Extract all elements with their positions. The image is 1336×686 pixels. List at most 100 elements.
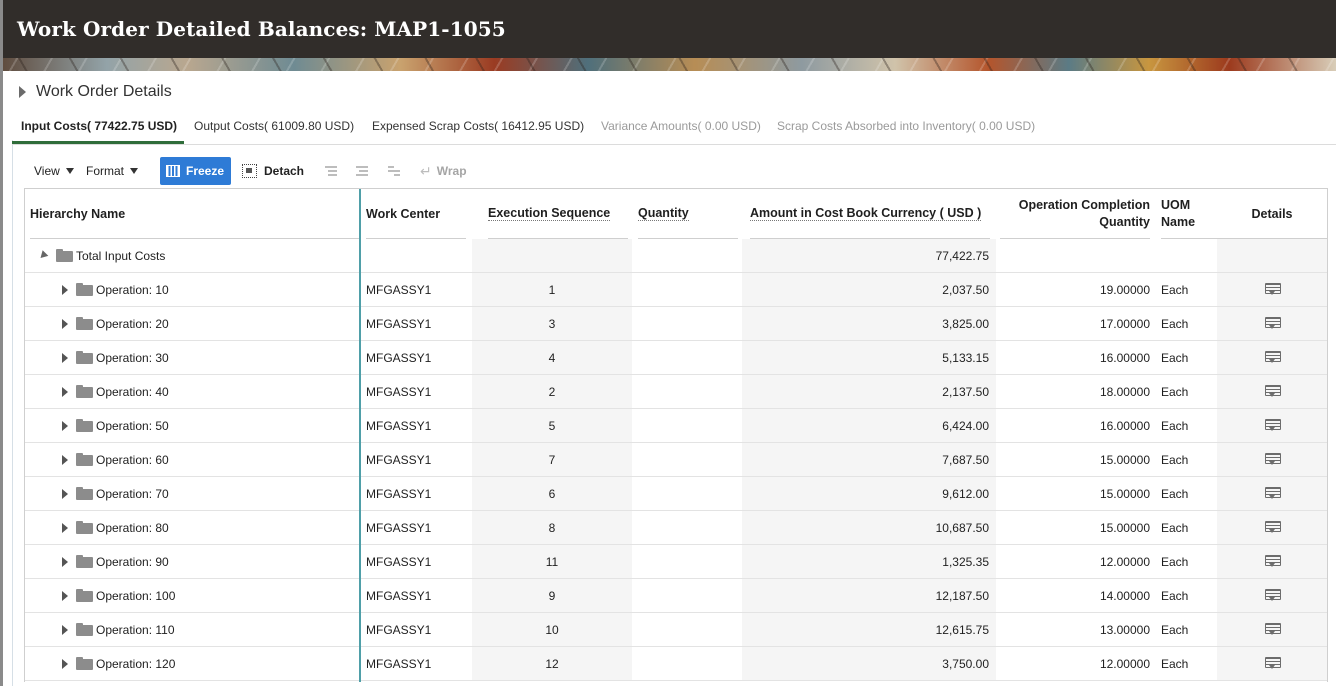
scroll-to-first-button[interactable] [386,157,402,185]
row-name: Operation: 120 [96,656,176,671]
work-center-value: MFGASSY1 [366,520,432,535]
column-header-amount[interactable]: Amount in Cost Book Currency ( USD ) [750,189,990,239]
expand-triangle-icon[interactable] [62,488,68,499]
column-header-label: Hierarchy Name [30,206,126,221]
expand-triangle-icon[interactable] [62,658,68,669]
details-icon[interactable] [1264,555,1281,568]
table-row[interactable]: Operation: 70 MFGASSY1 6 9,612.00 15.000… [25,477,1327,511]
expand-all-button[interactable] [323,157,339,185]
operation-completion-quantity-cell: 15.00000 [1005,477,1150,510]
table-row[interactable]: Operation: 110 MFGASSY1 10 12,615.75 13.… [25,613,1327,647]
work-order-details-toggle[interactable]: Work Order Details [19,83,172,101]
table-row[interactable]: Operation: 100 MFGASSY1 9 12,187.50 14.0… [25,579,1327,613]
table-toolbar: View Format Freeze Detach ↵ Wrap [24,157,484,185]
detach-button[interactable]: Detach [242,157,304,185]
column-header-work-center[interactable]: Work Center [366,189,466,239]
tab-input-costs[interactable]: Input Costs( 77422.75 USD) [21,119,177,133]
view-menu[interactable]: View [34,157,74,185]
details-icon[interactable] [1264,657,1281,670]
column-header-details[interactable]: Details [1217,189,1327,239]
table-row[interactable]: Operation: 60 MFGASSY1 7 7,687.50 15.000… [25,443,1327,477]
amount-cell: 3,750.00 [742,647,996,680]
collapse-triangle-icon[interactable] [37,250,49,261]
table-row[interactable]: Operation: 120 MFGASSY1 12 3,750.00 12.0… [25,647,1327,681]
amount-cell: 2,037.50 [742,273,996,306]
operation-completion-quantity-value: 16.00000 [1099,418,1150,433]
table-row[interactable]: Operation: 50 MFGASSY1 5 6,424.00 16.000… [25,409,1327,443]
tab-variance-amounts[interactable]: Variance Amounts( 0.00 USD) [601,119,761,133]
execution-sequence-cell: 9 [472,579,632,612]
operation-completion-quantity-value: 16.00000 [1099,350,1150,365]
column-header-label: Amount in Cost Book Currency ( USD ) [750,206,982,221]
work-center-value: MFGASSY1 [366,282,432,297]
details-icon[interactable] [1264,589,1281,602]
details-icon[interactable] [1264,283,1281,296]
uom-value: Each [1161,452,1189,467]
amount-cell: 9,612.00 [742,477,996,510]
column-header-execution-sequence[interactable]: Execution Sequence [488,189,628,239]
execution-sequence-cell: 4 [472,341,632,374]
expand-triangle-icon[interactable] [62,386,68,397]
table-row-total[interactable]: Total Input Costs 77,422.75 [25,239,1327,273]
expand-triangle-icon[interactable] [62,590,68,601]
wrap-button[interactable]: ↵ Wrap [420,157,467,185]
table-row[interactable]: Operation: 10 MFGASSY1 1 2,037.50 19.000… [25,273,1327,307]
collapse-all-button[interactable] [354,157,370,185]
details-cell [1217,273,1327,306]
detach-icon [242,164,257,178]
expand-all-icon [323,164,339,178]
expand-triangle-icon[interactable] [62,420,68,431]
work-center-value: MFGASSY1 [366,554,432,569]
amount-value: 3,825.00 [942,316,989,331]
column-header-operation-completion-quantity[interactable]: Operation Completion Quantity [1000,189,1150,239]
operation-completion-quantity-cell: 15.00000 [1005,443,1150,476]
details-icon[interactable] [1264,351,1281,364]
details-cell [1217,477,1327,510]
expand-triangle-icon[interactable] [62,624,68,635]
details-icon[interactable] [1264,623,1281,636]
uom-value: Each [1161,622,1189,637]
amount-cell: 77,422.75 [742,239,996,272]
details-icon[interactable] [1264,487,1281,500]
details-icon[interactable] [1264,385,1281,398]
expand-triangle-icon[interactable] [62,522,68,533]
format-menu[interactable]: Format [86,157,139,185]
table-row[interactable]: Operation: 20 MFGASSY1 3 3,825.00 17.000… [25,307,1327,341]
work-center-cell: MFGASSY1 [366,579,466,612]
details-icon[interactable] [1264,317,1281,330]
chevron-down-icon [130,168,139,174]
hierarchy-cell: Operation: 90 [62,545,359,578]
column-header-hierarchy-name[interactable]: Hierarchy Name [30,189,359,239]
expand-triangle-icon[interactable] [62,284,68,295]
details-icon[interactable] [1264,521,1281,534]
table-row[interactable]: Operation: 30 MFGASSY1 4 5,133.15 16.000… [25,341,1327,375]
expand-triangle-icon[interactable] [62,352,68,363]
details-icon[interactable] [1264,419,1281,432]
table-row[interactable]: Operation: 40 MFGASSY1 2 2,137.50 18.000… [25,375,1327,409]
detach-button-label: Detach [264,164,305,178]
execution-sequence-value: 11 [545,554,559,569]
folder-icon [76,589,93,602]
table-row[interactable]: Operation: 80 MFGASSY1 8 10,687.50 15.00… [25,511,1327,545]
work-center-cell: MFGASSY1 [366,341,466,374]
column-header-label-line1: UOM [1161,197,1191,212]
tab-output-costs[interactable]: Output Costs( 61009.80 USD) [194,119,354,133]
uom-cell: Each [1161,613,1216,646]
wrap-button-label: Wrap [436,164,467,178]
expand-triangle-icon[interactable] [62,318,68,329]
work-center-cell: MFGASSY1 [366,477,466,510]
details-cell-bg [1217,239,1327,272]
expand-triangle-icon[interactable] [62,556,68,567]
table-row[interactable]: Operation: 90 MFGASSY1 11 1,325.35 12.00… [25,545,1327,579]
tab-scrap-costs-absorbed[interactable]: Scrap Costs Absorbed into Inventory( 0.0… [777,119,1035,133]
execution-sequence-cell: 2 [472,375,632,408]
tab-expensed-scrap-costs[interactable]: Expensed Scrap Costs( 16412.95 USD) [372,119,584,133]
details-icon[interactable] [1264,453,1281,466]
column-header-quantity[interactable]: Quantity [638,189,738,239]
amount-value: 9,612.00 [942,486,989,501]
freeze-button[interactable]: Freeze [160,157,232,185]
hierarchy-cell: Total Input Costs [37,239,359,272]
column-header-uom-name[interactable]: UOM Name [1161,189,1221,239]
expand-triangle-icon[interactable] [62,454,68,465]
execution-sequence-cell: 10 [472,613,632,646]
